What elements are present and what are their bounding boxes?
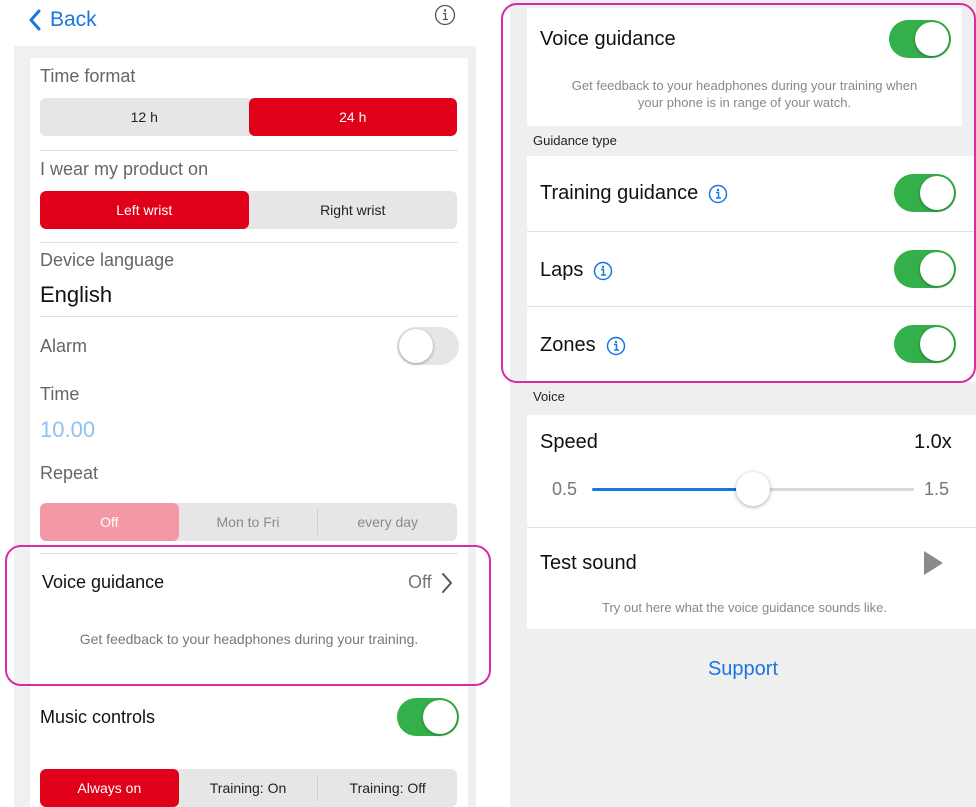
repeat-every-day[interactable]: every day (318, 503, 457, 541)
test-sound-description: Try out here what the voice guidance sou… (602, 600, 887, 615)
device-language-value[interactable]: English (40, 282, 112, 308)
toggle-knob (399, 329, 433, 363)
divider (527, 527, 976, 528)
device-language-label: Device language (40, 250, 175, 270)
time-format-segmented: 12 h 24 h (40, 98, 457, 136)
speed-value: 1.0x (914, 431, 952, 453)
support-link[interactable]: Support (510, 658, 976, 681)
left-settings-pane: Back Time format 12 h 24 h I wear my pro… (0, 0, 492, 807)
divider (40, 150, 458, 151)
repeat-off[interactable]: Off (40, 503, 179, 541)
toggle-knob (423, 700, 457, 734)
speed-slider[interactable] (592, 472, 914, 506)
time-label: Time (40, 384, 80, 404)
test-sound-label: Test sound (540, 552, 637, 574)
alarm-toggle[interactable] (397, 327, 459, 365)
chevron-left-icon (29, 9, 41, 31)
time-format-label: Time format (40, 66, 136, 86)
time-format-24h[interactable]: 24 h (248, 98, 457, 136)
speed-min-label: 0.5 (552, 479, 578, 499)
nav-bar: Back (0, 0, 492, 44)
repeat-segmented: Off Mon to Fri every day (40, 503, 457, 541)
wear-right-wrist[interactable]: Right wrist (249, 191, 458, 229)
music-controls-label: Music controls (40, 707, 156, 727)
music-training-off[interactable]: Training: Off (318, 769, 457, 807)
music-training-on[interactable]: Training: On (179, 769, 318, 807)
play-icon[interactable] (922, 550, 944, 576)
slider-thumb[interactable] (736, 472, 770, 506)
voice-header: Voice (533, 389, 565, 404)
time-value[interactable]: 10.00 (40, 417, 95, 443)
back-button[interactable]: Back (28, 6, 97, 34)
divider (40, 316, 458, 317)
highlight-frame (501, 3, 976, 383)
music-segmented: Always on Training: On Training: Off (40, 769, 457, 807)
wear-label: I wear my product on (40, 159, 209, 179)
repeat-mon-to-fri[interactable]: Mon to Fri (179, 503, 318, 541)
highlight-frame (5, 545, 491, 686)
speed-label: Speed (540, 431, 598, 453)
settings-screens: Back Time format 12 h 24 h I wear my pro… (0, 0, 976, 807)
wear-left-wrist[interactable]: Left wrist (40, 191, 249, 229)
repeat-label: Repeat (40, 463, 99, 483)
music-controls-toggle[interactable] (397, 698, 459, 736)
speed-max-label: 1.5 (924, 479, 950, 499)
divider (40, 242, 458, 243)
wear-segmented: Left wrist Right wrist (40, 191, 457, 229)
slider-fill (592, 488, 753, 491)
alarm-label: Alarm (40, 336, 88, 356)
info-icon[interactable] (434, 4, 456, 26)
music-always-on[interactable]: Always on (40, 769, 179, 807)
back-label: Back (50, 8, 97, 31)
time-format-12h[interactable]: 12 h (40, 98, 249, 136)
